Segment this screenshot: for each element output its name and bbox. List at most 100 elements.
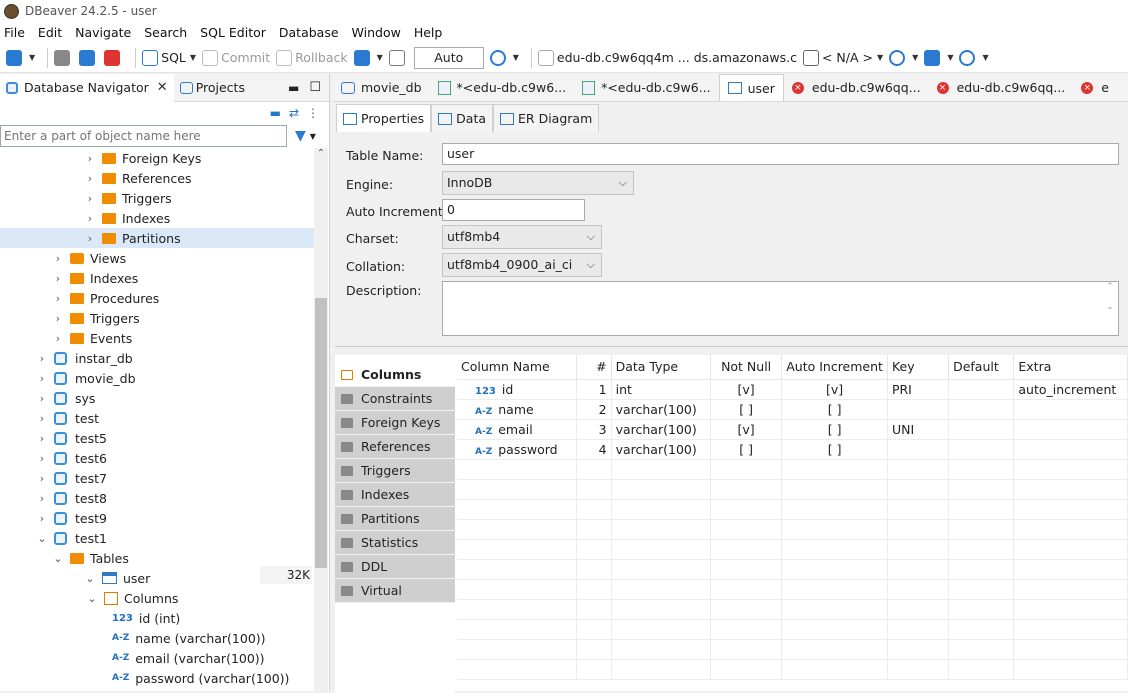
tree-item[interactable]: › Indexes <box>0 268 138 288</box>
cell-key[interactable]: PRI <box>887 379 950 400</box>
disconnect-button[interactable] <box>104 46 123 70</box>
tree-item[interactable]: › Indexes <box>0 208 170 228</box>
cell-default[interactable] <box>948 439 1015 460</box>
cell-default[interactable] <box>948 379 1015 400</box>
dashboard-button[interactable]: ▼ <box>889 46 918 70</box>
col-header-name[interactable]: Column Name <box>457 355 577 380</box>
menu-sql-editor[interactable]: SQL Editor <box>200 25 266 40</box>
search-button[interactable]: ▼ <box>959 46 989 70</box>
tree-item[interactable]: › Triggers <box>0 308 140 328</box>
filter-icon[interactable]: ▼ <box>295 128 306 144</box>
editor-tab[interactable]: user <box>718 74 784 101</box>
menu-help[interactable]: Help <box>414 25 443 40</box>
reconnect-button[interactable] <box>79 46 98 70</box>
col-header-data-type[interactable]: Data Type <box>611 355 712 380</box>
col-header-position[interactable]: # <box>576 355 612 380</box>
history-button[interactable]: ▼ <box>489 46 519 70</box>
close-icon[interactable]: ✕ <box>157 80 168 95</box>
chevron-right-icon[interactable]: › <box>36 412 48 425</box>
network-button[interactable]: ▼ <box>924 46 953 70</box>
menu-edit[interactable]: Edit <box>38 25 62 40</box>
navigator-filter-input[interactable] <box>0 125 287 147</box>
cell-key[interactable] <box>887 399 950 420</box>
side-tab-foreign-keys[interactable]: Foreign Keys <box>335 411 455 435</box>
chevron-right-icon[interactable]: › <box>36 512 48 525</box>
cell-name[interactable]: A-Z password <box>457 439 577 460</box>
connect-button[interactable] <box>54 46 73 70</box>
cell-name[interactable]: A-Z name <box>457 399 577 420</box>
cell-extra[interactable] <box>1013 419 1128 440</box>
cell-autoinc[interactable]: [ ] <box>781 439 888 460</box>
chevron-right-icon[interactable]: › <box>52 272 64 285</box>
auto-increment-field[interactable]: 0 <box>442 199 585 221</box>
side-tab-ddl[interactable]: DDL <box>335 555 455 579</box>
chevron-right-icon[interactable]: › <box>84 232 96 245</box>
rollback-button[interactable]: Rollback <box>276 46 348 70</box>
side-tab-virtual[interactable]: Virtual <box>335 579 455 603</box>
col-header-default[interactable]: Default <box>948 355 1015 380</box>
chevron-right-icon[interactable]: › <box>36 352 48 365</box>
cell-pos[interactable]: 1 <box>576 379 612 400</box>
tree-item[interactable]: › Partitions <box>0 228 314 248</box>
side-tab-indexes[interactable]: Indexes <box>335 483 455 507</box>
cell-extra[interactable] <box>1013 439 1128 460</box>
sql-editor-button[interactable]: SQL ▼ <box>142 46 196 70</box>
tree-item[interactable]: › Triggers <box>0 188 172 208</box>
cell-notnull[interactable]: [ ] <box>710 439 783 460</box>
panel-divider[interactable] <box>335 346 1128 354</box>
tree-item[interactable]: ⌄ Tables <box>0 548 128 568</box>
active-schema-selector[interactable]: < N/A > ▼ <box>802 46 883 70</box>
cell-notnull[interactable]: [v] <box>710 379 783 400</box>
table-name-field[interactable]: user <box>442 143 1119 165</box>
cell-type[interactable]: int <box>611 379 712 400</box>
tree-item[interactable]: › Procedures <box>0 288 160 308</box>
scroll-up-icon[interactable]: ⌃ <box>314 148 328 159</box>
chevron-right-icon[interactable]: › <box>36 472 48 485</box>
tree-item[interactable]: › Foreign Keys <box>0 148 202 168</box>
chevron-down-icon[interactable]: ⌄ <box>52 552 64 565</box>
chevron-right-icon[interactable]: › <box>36 392 48 405</box>
cell-key[interactable]: UNI <box>887 419 950 440</box>
side-tab-triggers[interactable]: Triggers <box>335 459 455 483</box>
cell-extra[interactable]: auto_increment <box>1013 379 1128 400</box>
collation-select[interactable]: utf8mb4_0900_ai_ci ⌵ <box>442 253 602 277</box>
tree-item[interactable]: › test5 <box>0 428 107 448</box>
editor-tab[interactable]: × edu-db.c9w6qq... <box>929 74 1074 101</box>
tree-item[interactable]: › Views <box>0 248 126 268</box>
tree-item[interactable]: A-Z name (varchar(100)) <box>0 628 266 648</box>
col-header-key[interactable]: Key <box>887 355 950 380</box>
side-tab-partitions[interactable]: Partitions <box>335 507 455 531</box>
chevron-down-icon[interactable]: ⌄ <box>36 532 48 545</box>
tree-item[interactable]: A-Z email (varchar(100)) <box>0 648 265 668</box>
cell-type[interactable]: varchar(100) <box>611 439 712 460</box>
tree-item[interactable]: › movie_db <box>0 368 136 388</box>
table-row[interactable]: A-Z name 2 varchar(100) [ ] [ ] <box>457 399 1128 420</box>
col-header-extra[interactable]: Extra <box>1013 355 1128 380</box>
cell-extra[interactable] <box>1013 399 1128 420</box>
col-header-auto-increment[interactable]: Auto Increment <box>781 355 888 380</box>
tree-item[interactable]: ⌄ test1 <box>0 528 107 548</box>
tree-item[interactable]: ⌄ Columns <box>0 588 178 608</box>
tab-database-navigator[interactable]: Database Navigator ✕ <box>0 73 174 102</box>
tree-item[interactable]: 123 id (int) <box>0 608 180 628</box>
chevron-down-icon[interactable]: ⌄ <box>84 572 96 585</box>
cell-type[interactable]: varchar(100) <box>611 419 712 440</box>
menu-database[interactable]: Database <box>279 25 339 40</box>
cell-autoinc[interactable]: [ ] <box>781 399 888 420</box>
auto-commit-field[interactable]: Auto <box>413 46 484 69</box>
cell-name[interactable]: A-Z email <box>457 419 577 440</box>
tab-properties[interactable]: Properties <box>336 104 432 132</box>
side-tab-references[interactable]: References <box>335 435 455 459</box>
chevron-right-icon[interactable]: › <box>84 152 96 165</box>
menu-file[interactable]: File <box>4 25 25 40</box>
chevron-right-icon[interactable]: › <box>84 172 96 185</box>
tree-item[interactable]: ⌄ user <box>0 568 150 588</box>
table-row[interactable]: 123 id 1 int [v] [v] PRI auto_increment <box>457 379 1128 400</box>
col-header-not-null[interactable]: Not Null <box>710 355 783 380</box>
cell-default[interactable] <box>948 419 1015 440</box>
tree-item[interactable]: › test9 <box>0 508 107 528</box>
link-editor-icon[interactable]: ⇄ <box>289 106 299 120</box>
chevron-right-icon[interactable]: › <box>52 292 64 305</box>
tree-item[interactable]: › sys <box>0 388 96 408</box>
chevron-right-icon[interactable]: › <box>84 192 96 205</box>
